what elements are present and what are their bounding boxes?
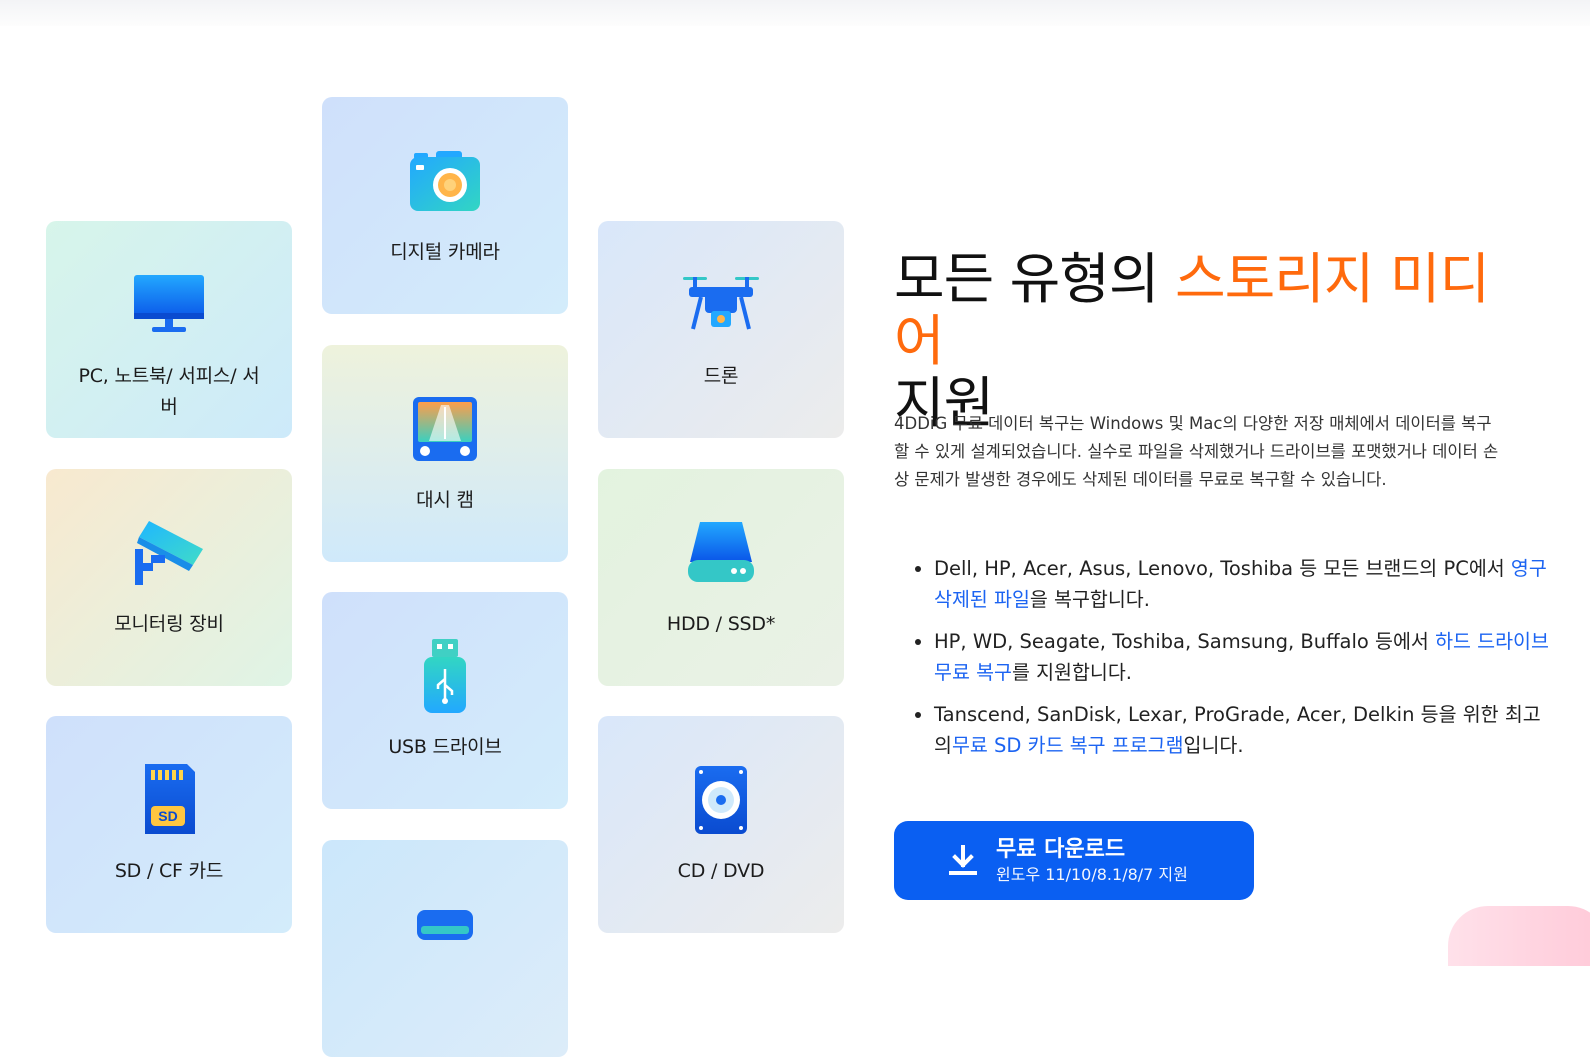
card-camera-label: 디지털 카메라	[390, 241, 500, 263]
cd-disc-icon	[681, 760, 761, 840]
feature-list: Dell, HP, Acer, Asus, Lenovo, Toshiba 등 …	[894, 553, 1554, 772]
card-cd-label: CD / DVD	[677, 860, 765, 882]
card-sd[interactable]: SD SD / CF 카드	[46, 716, 292, 933]
card-monitoring[interactable]: 모니터링 장비	[46, 469, 292, 686]
card-usb-label: USB 드라이브	[388, 736, 502, 758]
card-pc[interactable]: PC, 노트북/ 서피스/ 서버	[46, 221, 292, 438]
card-drone[interactable]: 드론	[598, 221, 844, 438]
svg-text:SD: SD	[158, 808, 177, 824]
list-item: Tanscend, SanDisk, Lexar, ProGrade, Acer…	[934, 699, 1554, 761]
section-description: 4DDiG 무료 데이터 복구는 Windows 및 Mac의 다양한 저장 매…	[894, 414, 1499, 489]
camera-icon	[405, 141, 485, 221]
free-download-button[interactable]: 무료 다운로드 윈도우 11/10/8.1/8/7 지원	[894, 821, 1254, 900]
hard-drive-icon	[681, 513, 761, 593]
monitor-icon	[129, 265, 209, 345]
card-hdd[interactable]: HDD / SSD*	[598, 469, 844, 686]
section-title: 모든 유형의 스토리지 미디어 지원	[894, 247, 1490, 435]
card-usb[interactable]: USB 드라이브	[322, 592, 568, 809]
card-sd-label: SD / CF 카드	[114, 860, 224, 882]
sd-card-icon: SD	[129, 760, 209, 840]
download-text: 무료 다운로드 윈도우 11/10/8.1/8/7 지원	[996, 836, 1188, 886]
list-item: Dell, HP, Acer, Asus, Lenovo, Toshiba 등 …	[934, 553, 1554, 615]
link-sd-card-recovery[interactable]: 무료 SD 카드 복구 프로그램	[952, 734, 1184, 757]
card-monitoring-label: 모니터링 장비	[114, 613, 224, 635]
dash-cam-icon	[405, 389, 485, 469]
usb-drive-icon	[405, 636, 485, 716]
download-label: 무료 다운로드	[996, 836, 1126, 862]
download-sublabel: 윈도우 11/10/8.1/8/7 지원	[996, 864, 1188, 884]
card-drone-label: 드론	[703, 365, 739, 387]
drone-icon	[681, 265, 761, 345]
external-drive-icon	[405, 884, 485, 964]
card-dashcam[interactable]: 대시 캠	[322, 345, 568, 562]
card-pc-label: PC, 노트북/ 서피스/ 서버	[78, 365, 260, 418]
card-partial[interactable]	[322, 840, 568, 1057]
card-camera[interactable]: 디지털 카메라	[322, 97, 568, 314]
download-icon	[949, 844, 977, 875]
card-cd[interactable]: CD / DVD	[598, 716, 844, 933]
card-dashcam-label: 대시 캠	[416, 489, 474, 511]
list-item: HP, WD, Seagate, Toshiba, Samsung, Buffa…	[934, 626, 1554, 688]
security-camera-icon	[129, 513, 209, 593]
top-bar	[0, 0, 1590, 26]
decorative-blob	[1448, 906, 1590, 966]
card-hdd-label: HDD / SSD*	[666, 613, 776, 635]
